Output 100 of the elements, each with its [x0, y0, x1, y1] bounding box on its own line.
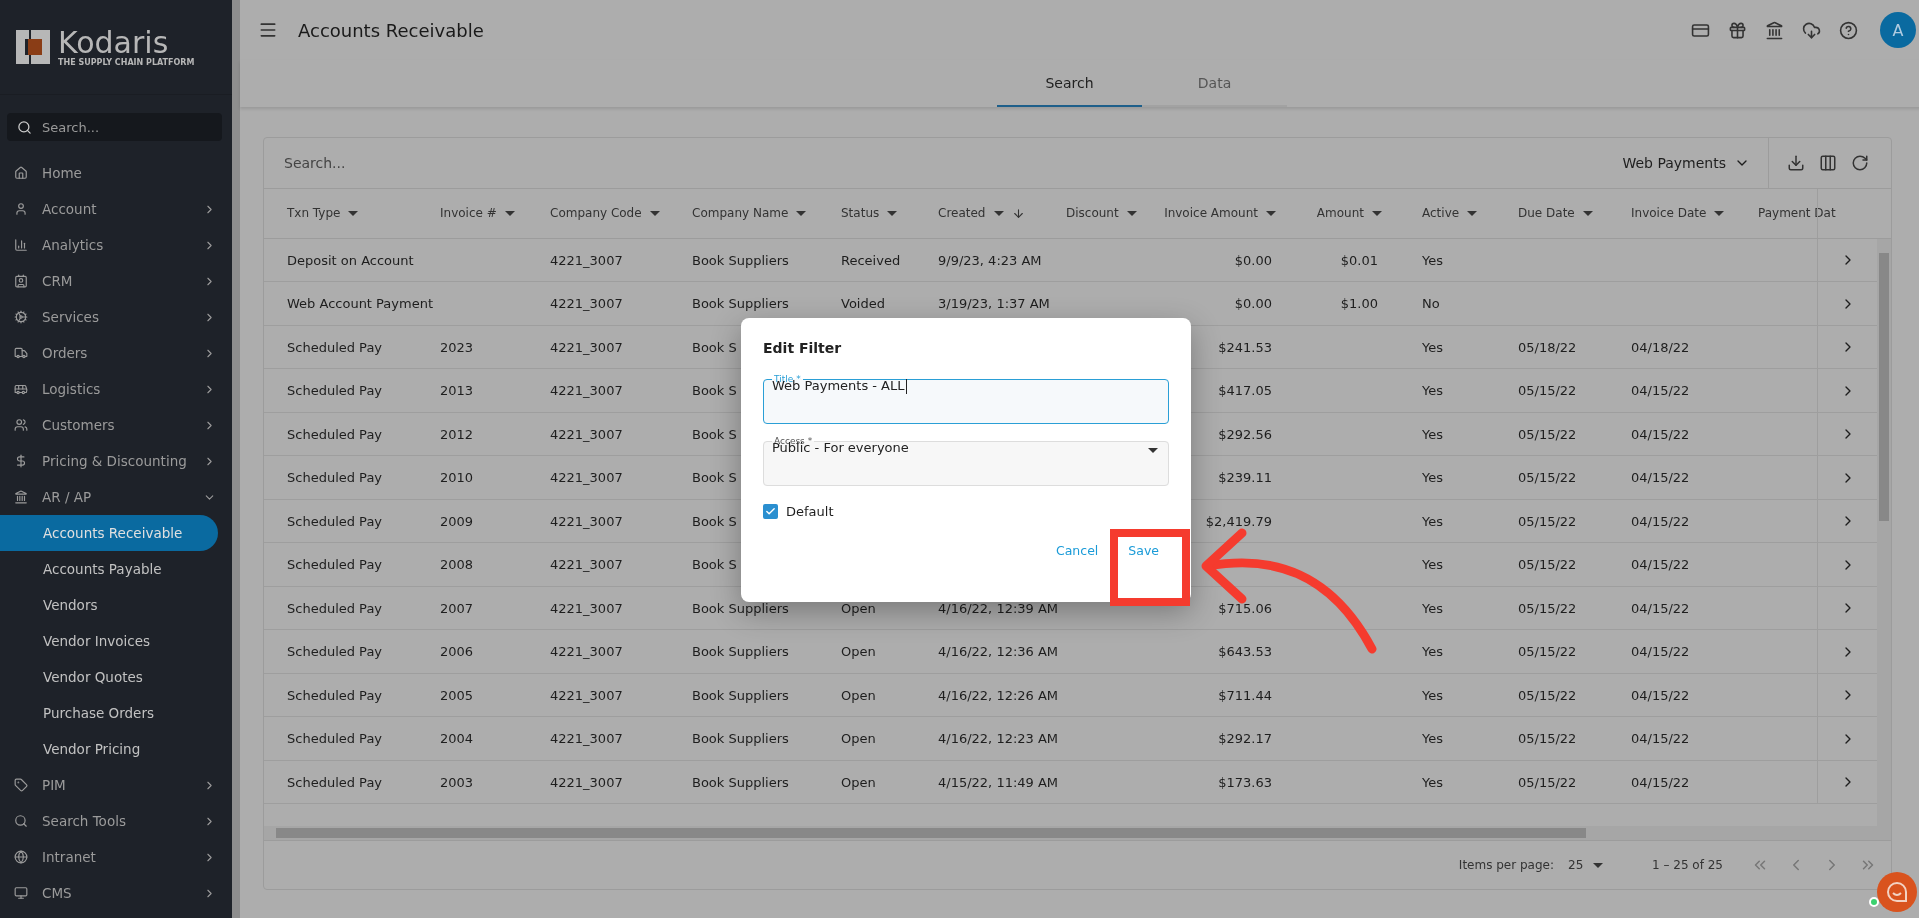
save-button[interactable]: Save: [1118, 535, 1169, 566]
caret-icon: [1372, 210, 1382, 216]
table-cell: 05/15/22: [1518, 383, 1577, 399]
table-cell: Yes: [1422, 644, 1443, 660]
sidebar-subitem[interactable]: Vendor Invoices: [0, 623, 232, 659]
column-header[interactable]: Company Code: [550, 188, 660, 238]
sidebar-item[interactable]: Orders: [0, 335, 232, 371]
table-cell: Book S: [692, 513, 737, 529]
table-cell: 04/15/22: [1631, 731, 1690, 747]
table-cell: 05/15/22: [1518, 774, 1577, 790]
sidebar-item[interactable]: CMS: [0, 875, 232, 911]
sidebar-item[interactable]: Customers: [0, 407, 232, 443]
table-cell: 2005: [440, 687, 474, 703]
cloud-download-icon[interactable]: [1802, 20, 1821, 40]
table-cell: $173.63: [1218, 774, 1272, 790]
download-icon[interactable]: [1787, 153, 1805, 172]
menu-icon[interactable]: [258, 20, 278, 40]
table-search-field[interactable]: Search...: [264, 138, 1605, 188]
table-row[interactable]: Scheduled Pay 2004 4221_3007 Book Suppliers Open 4/16/22, 12:23 AM $292.17 Yes 05/15/22 04/15/22: [264, 717, 1877, 761]
sidebar-subitem[interactable]: Purchase Orders: [0, 695, 232, 731]
title-field[interactable]: Title * Web Payments - ALL: [763, 374, 1169, 424]
column-header[interactable]: Status: [841, 188, 898, 238]
sidebar-item[interactable]: Intranet: [0, 839, 232, 875]
column-header[interactable]: Invoice #: [440, 188, 515, 238]
sidebar-item[interactable]: Analytics: [0, 227, 232, 263]
column-header[interactable]: Company Name: [692, 188, 807, 238]
sidebar-subitem[interactable]: Accounts Payable: [0, 551, 232, 587]
sidebar-item[interactable]: Account: [0, 191, 232, 227]
access-select[interactable]: Access * Public - For everyone: [763, 436, 1169, 486]
refresh-icon[interactable]: [1851, 153, 1869, 172]
chat-face-icon: [1886, 881, 1908, 903]
sidebar-item[interactable]: Services: [0, 299, 232, 335]
columns-icon[interactable]: [1819, 153, 1837, 172]
avatar[interactable]: A: [1880, 12, 1916, 48]
sidebar-item[interactable]: Logistics: [0, 371, 232, 407]
sidebar-item[interactable]: AR / AP: [0, 479, 232, 515]
sidebar-item[interactable]: Search Tools: [0, 803, 232, 839]
table-cell: 04/15/22: [1631, 644, 1690, 660]
table-cell: $643.53: [1218, 644, 1272, 660]
cancel-button[interactable]: Cancel: [1045, 535, 1109, 566]
page-size-select[interactable]: 25: [1568, 858, 1628, 873]
table-cell: Yes: [1422, 774, 1443, 790]
default-checkbox[interactable]: [763, 504, 778, 519]
filter-dropdown[interactable]: Web Payments: [1604, 138, 1769, 188]
table-cell: 05/15/22: [1518, 731, 1577, 747]
sidebar-subitem[interactable]: Vendor Quotes: [0, 659, 232, 695]
table-row[interactable]: Scheduled Pay 2006 4221_3007 Book Suppliers Open 4/16/22, 12:36 AM $643.53 Yes 05/15/22 04/15/22: [264, 630, 1877, 674]
table-cell: 4221_3007: [550, 470, 623, 486]
logo-name: Kodaris: [58, 27, 169, 58]
sidebar-search-field[interactable]: Search...: [7, 113, 222, 141]
table-cell: 2008: [440, 557, 474, 573]
column-header[interactable]: Active: [1422, 188, 1478, 238]
caret-icon: [1593, 862, 1604, 868]
table-cell: Yes: [1422, 687, 1443, 703]
table-cell: $417.05: [1218, 383, 1272, 399]
scrollbar[interactable]: [264, 826, 1891, 842]
column-header[interactable]: Amount: [1316, 188, 1382, 238]
scrollbar[interactable]: [232, 0, 240, 918]
chat-button[interactable]: [1877, 872, 1917, 912]
scrollbar[interactable]: [1877, 238, 1891, 827]
table-cell: Scheduled Pay: [287, 513, 383, 529]
sidebar-item[interactable]: CRM: [0, 263, 232, 299]
sidebar-subitem[interactable]: Vendors: [0, 587, 232, 623]
table-cell: 4221_3007: [550, 339, 623, 355]
tab[interactable]: Search: [997, 60, 1142, 107]
bar-chart-icon: [14, 238, 28, 252]
search-icon: [14, 814, 28, 828]
table-cell: 04/15/22: [1631, 426, 1690, 442]
table-row[interactable]: Deposit on Account 4221_3007 Book Suppliers Received 9/9/23, 4:23 AM $0.00 $0.01 Yes: [264, 238, 1877, 283]
caret-icon: [1148, 448, 1158, 453]
search-icon: [17, 119, 32, 135]
sidebar-subitem[interactable]: Accounts Receivable: [0, 515, 218, 551]
help-icon[interactable]: [1839, 20, 1858, 40]
table-row[interactable]: Scheduled Pay 2003 4221_3007 Book Suppliers Open 4/15/22, 11:49 AM $173.63 Yes 05/15/22 04/15/22: [264, 760, 1877, 805]
sidebar-item[interactable]: Home: [0, 155, 232, 191]
column-header[interactable]: Payment Dat: [1758, 188, 1836, 238]
table-cell: Deposit on Account: [287, 252, 414, 268]
table-cell: 4221_3007: [550, 557, 623, 573]
table-cell: Scheduled Pay: [287, 383, 383, 399]
column-header[interactable]: Created: [938, 188, 1025, 238]
table-cell: 05/15/22: [1518, 426, 1577, 442]
table-cell: Yes: [1422, 470, 1443, 486]
table-cell: 4221_3007: [550, 513, 623, 529]
column-header[interactable]: Invoice Date: [1631, 188, 1725, 238]
column-header[interactable]: Txn Type: [287, 188, 359, 238]
gift-icon[interactable]: [1728, 20, 1747, 40]
sidebar-subitem[interactable]: Vendor Pricing: [0, 731, 232, 767]
bank-icon[interactable]: [1765, 20, 1784, 40]
table-cell: 4/16/22, 12:23 AM: [938, 731, 1059, 747]
sidebar-item[interactable]: Pricing & Discounting: [0, 443, 232, 479]
table-row[interactable]: Scheduled Pay 2005 4221_3007 Book Suppliers Open 4/16/22, 12:26 AM $711.44 Yes 05/15/22 04/15/22: [264, 673, 1877, 718]
table-cell: Book Suppliers: [692, 774, 789, 790]
table-cell: 2009: [440, 513, 474, 529]
column-header[interactable]: Due Date: [1518, 188, 1593, 238]
sidebar-item[interactable]: PIM: [0, 767, 232, 803]
column-header[interactable]: Discount: [1066, 188, 1137, 238]
table-cell: Web Account Payment: [287, 296, 433, 312]
column-header[interactable]: Invoice Amount: [1164, 188, 1276, 238]
tab[interactable]: Data: [1142, 60, 1287, 107]
table-cell: 4221_3007: [550, 687, 623, 703]
